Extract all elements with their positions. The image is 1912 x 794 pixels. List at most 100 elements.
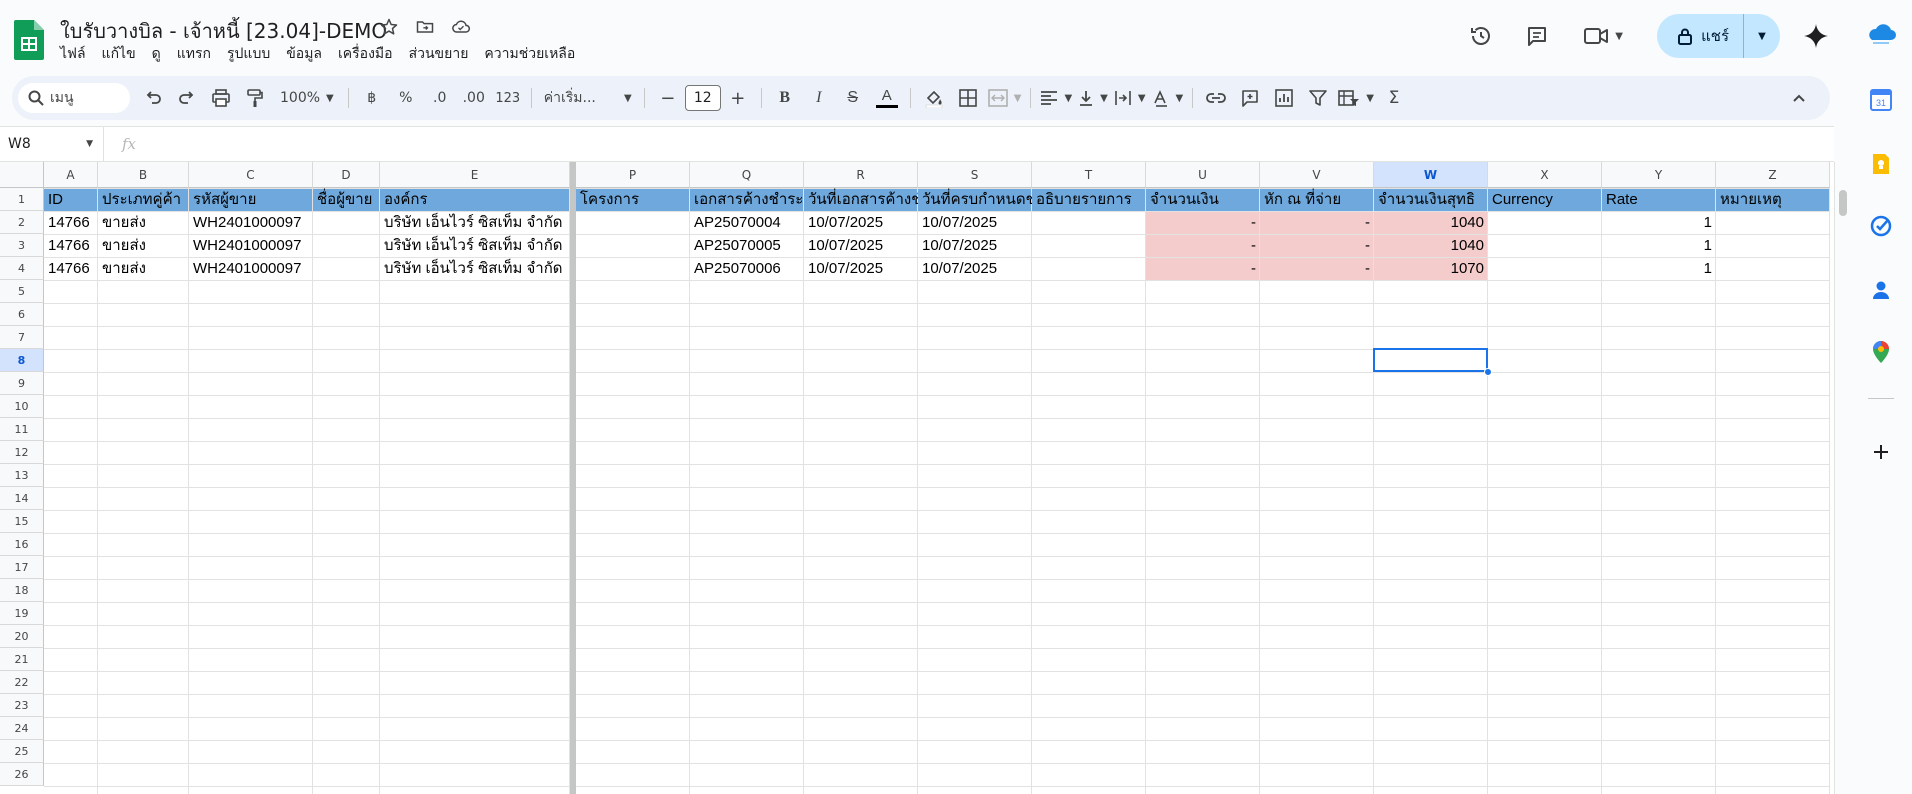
row-header-9[interactable]: 9 — [0, 372, 44, 395]
menu-search-box[interactable]: เมนู — [18, 83, 130, 113]
row-header-25[interactable]: 25 — [0, 740, 44, 763]
keep-icon[interactable] — [1869, 152, 1893, 176]
percent-format-button[interactable]: % — [389, 83, 423, 113]
name-box[interactable]: W8 ▼ — [0, 127, 104, 161]
cell-b2[interactable]: ขายส่ง — [98, 211, 189, 234]
row-header-20[interactable]: 20 — [0, 625, 44, 648]
fill-color-icon[interactable] — [917, 83, 951, 113]
cell-c2[interactable]: WH2401000097 — [189, 211, 313, 234]
header-cell-v1[interactable]: หัก ณ ที่จ่าย — [1260, 188, 1374, 211]
cell-v2[interactable]: - — [1260, 211, 1374, 234]
menu-edit[interactable]: แก้ไข — [94, 44, 144, 64]
row-header-8[interactable]: 8 — [0, 349, 44, 372]
share-button[interactable]: แชร์ — [1657, 14, 1744, 58]
cell-w2[interactable]: 1040 — [1374, 211, 1488, 234]
currency-format-button[interactable]: ฿ — [355, 83, 389, 113]
row-header-15[interactable]: 15 — [0, 510, 44, 533]
menu-insert[interactable]: แทรก — [169, 44, 219, 64]
cloud-saved-icon[interactable] — [450, 16, 472, 38]
column-header-z[interactable]: Z — [1716, 162, 1830, 188]
column-header-r[interactable]: R — [804, 162, 918, 188]
row-header-5[interactable]: 5 — [0, 280, 44, 303]
header-cell-b1[interactable]: ประเภทคู่ค้า — [98, 188, 189, 211]
contacts-icon[interactable] — [1869, 278, 1893, 302]
cell-r4[interactable]: 10/07/2025 — [804, 257, 918, 280]
row-header-1[interactable]: 1 — [0, 188, 44, 211]
redo-icon[interactable] — [170, 83, 204, 113]
calendar-icon[interactable]: 31 — [1869, 88, 1893, 112]
increase-font-size-button[interactable]: + — [721, 83, 755, 113]
cell-e2[interactable]: บริษัท เอ็นไวร์ ซิสเท็ม จำกัด — [380, 211, 570, 234]
column-header-b[interactable]: B — [98, 162, 189, 188]
header-cell-p1[interactable]: โครงการ — [576, 188, 690, 211]
column-header-t[interactable]: T — [1032, 162, 1146, 188]
cell-a4[interactable]: 14766 — [44, 257, 98, 280]
row-header-19[interactable]: 19 — [0, 602, 44, 625]
zoom-select[interactable]: 100% ▼ — [272, 83, 342, 113]
row-header-12[interactable]: 12 — [0, 441, 44, 464]
cell-v3[interactable]: - — [1260, 234, 1374, 257]
scrollbar-thumb[interactable] — [1839, 190, 1847, 216]
paint-format-icon[interactable] — [238, 83, 272, 113]
document-title[interactable]: ใบรับวางบิล - เจ้าหนี้ [23.04]-DEMO — [60, 15, 387, 47]
cell-y4[interactable]: 1 — [1602, 257, 1716, 280]
cell-a2[interactable]: 14766 — [44, 211, 98, 234]
header-cell-w1[interactable]: จำนวนเงินสุทธิ — [1374, 188, 1488, 211]
italic-icon[interactable]: I — [802, 83, 836, 113]
text-wrapping-icon[interactable]: ▼ — [1111, 83, 1149, 113]
select-all-corner[interactable] — [0, 162, 44, 188]
menu-format[interactable]: รูปแบบ — [219, 44, 278, 64]
cell-y3[interactable]: 1 — [1602, 234, 1716, 257]
text-rotation-icon[interactable]: ▼ — [1149, 83, 1187, 113]
cell-q3[interactable]: AP25070005 — [690, 234, 804, 257]
gemini-sparkle-icon[interactable] — [1796, 16, 1836, 56]
menu-help[interactable]: ความช่วยเหลือ — [476, 44, 583, 64]
row-header-13[interactable]: 13 — [0, 464, 44, 487]
column-header-c[interactable]: C — [189, 162, 313, 188]
insert-comment-icon[interactable] — [1233, 83, 1267, 113]
cell-r2[interactable]: 10/07/2025 — [804, 211, 918, 234]
decrease-decimal-button[interactable]: .0 — [423, 83, 457, 113]
comments-icon[interactable] — [1517, 16, 1557, 56]
formula-input[interactable] — [148, 127, 1834, 161]
cell-e4[interactable]: บริษัท เอ็นไวร์ ซิสเท็ม จำกัด — [380, 257, 570, 280]
row-header-18[interactable]: 18 — [0, 579, 44, 602]
header-cell-d1[interactable]: ชื่อผู้ขาย — [313, 188, 380, 211]
cell-u4[interactable]: - — [1146, 257, 1260, 280]
share-dropdown-button[interactable]: ▼ — [1744, 14, 1780, 58]
font-family-select[interactable]: ค่าเริ่ม... ▼ — [538, 83, 638, 113]
column-header-v[interactable]: V — [1260, 162, 1374, 188]
row-header-10[interactable]: 10 — [0, 395, 44, 418]
row-header-14[interactable]: 14 — [0, 487, 44, 510]
row-header-24[interactable]: 24 — [0, 717, 44, 740]
row-header-6[interactable]: 6 — [0, 303, 44, 326]
text-color-icon[interactable]: A — [870, 83, 904, 113]
cell-u2[interactable]: - — [1146, 211, 1260, 234]
print-icon[interactable] — [204, 83, 238, 113]
vertical-align-icon[interactable]: ▼ — [1075, 83, 1111, 113]
column-header-u[interactable]: U — [1146, 162, 1260, 188]
decrease-font-size-button[interactable]: − — [651, 83, 685, 113]
insert-chart-icon[interactable] — [1267, 83, 1301, 113]
row-header-11[interactable]: 11 — [0, 418, 44, 441]
functions-icon[interactable]: Σ — [1377, 83, 1411, 113]
column-header-d[interactable]: D — [313, 162, 380, 188]
column-header-s[interactable]: S — [918, 162, 1032, 188]
cell-b4[interactable]: ขายส่ง — [98, 257, 189, 280]
header-cell-u1[interactable]: จำนวนเงิน — [1146, 188, 1260, 211]
header-cell-s1[interactable]: วันที่ครบกำหนดชำ — [918, 188, 1032, 211]
header-cell-r1[interactable]: วันที่เอกสารค้างชำ — [804, 188, 918, 211]
row-header-17[interactable]: 17 — [0, 556, 44, 579]
row-header-4[interactable]: 4 — [0, 257, 44, 280]
column-header-x[interactable]: X — [1488, 162, 1602, 188]
active-cell-selection[interactable] — [1373, 348, 1488, 372]
cell-q4[interactable]: AP25070006 — [690, 257, 804, 280]
merge-cells-icon[interactable]: ▼ — [985, 83, 1025, 113]
menu-tools[interactable]: เครื่องมือ — [330, 44, 401, 64]
bold-icon[interactable]: B — [768, 83, 802, 113]
sheets-logo-icon[interactable] — [14, 20, 44, 60]
cell-q2[interactable]: AP25070004 — [690, 211, 804, 234]
row-header-2[interactable]: 2 — [0, 211, 44, 234]
menu-file[interactable]: ไฟล์ — [52, 44, 94, 64]
fill-handle[interactable] — [1484, 368, 1492, 376]
